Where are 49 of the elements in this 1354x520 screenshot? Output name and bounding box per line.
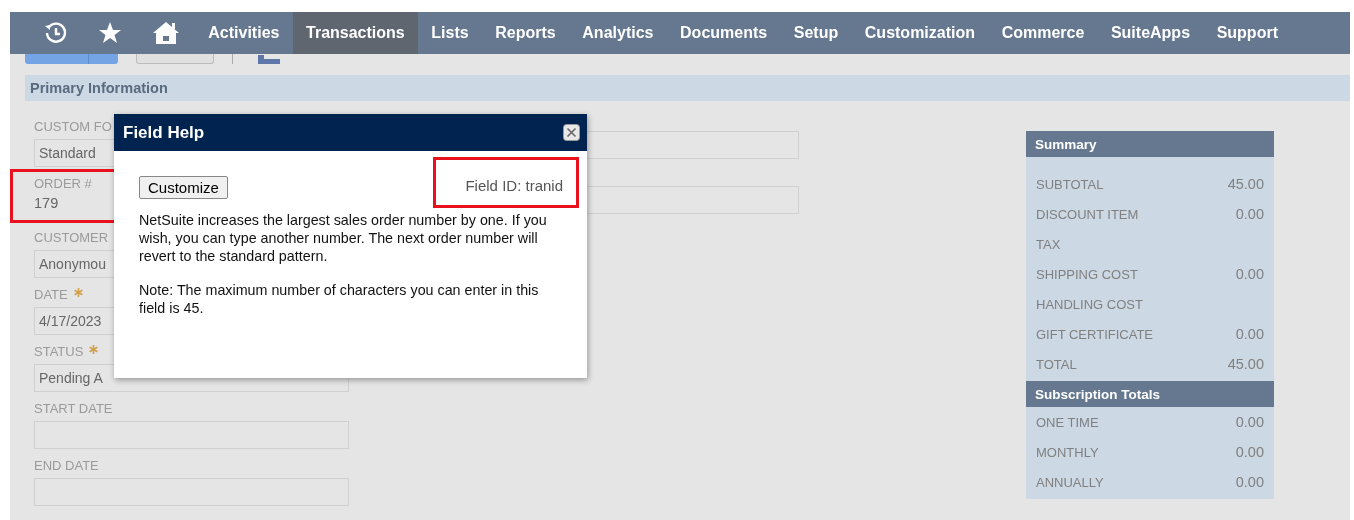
nav-menu-item[interactable]: Activities: [195, 12, 293, 54]
field-label: ORDER #: [34, 176, 92, 193]
help-paragraph: NetSuite increases the largest sales order number by one. If you wish, you can type another number. The next order number will revert to the standard pattern.: [139, 211, 548, 265]
summary-value: 0.00: [1235, 474, 1264, 490]
nav-menu-item[interactable]: Lists: [418, 12, 482, 54]
nav-menu-item[interactable]: Support: [1203, 12, 1292, 54]
summary-label: DISCOUNT ITEM: [1036, 206, 1139, 222]
summary-value: 0.00: [1235, 266, 1264, 282]
history-icon[interactable]: [44, 21, 68, 45]
summary-label: TOTAL: [1036, 356, 1077, 372]
summary-value: 0.00: [1235, 206, 1264, 222]
field-label: END DATE: [34, 458, 99, 475]
summary-label: SHIPPING COST: [1036, 266, 1138, 282]
summary-value: 0.00: [1235, 414, 1264, 430]
field-label: CUSTOMER: [34, 230, 109, 247]
summary-label: MONTHLY: [1036, 444, 1099, 460]
star-icon[interactable]: [98, 21, 122, 45]
nav-menu-item[interactable]: Analytics: [569, 12, 667, 54]
nav-menu-item[interactable]: SuiteApps: [1097, 12, 1204, 54]
summary-title: Subscription Totals: [1035, 386, 1160, 402]
summary-label: SUBTOTAL: [1036, 176, 1104, 192]
summary-label: ANNUALLY: [1036, 474, 1104, 490]
summary-label: GIFT CERTIFICATE: [1036, 326, 1153, 342]
field-label: CUSTOM FO: [34, 119, 112, 136]
field-label: STATUS: [34, 344, 84, 361]
close-icon[interactable]: [563, 124, 580, 141]
summary-label: HANDLING COST: [1036, 296, 1143, 312]
nav-menu-item[interactable]: Reports: [481, 12, 569, 54]
summary-title: Summary: [1035, 136, 1097, 152]
summary-label: TAX: [1036, 236, 1061, 252]
nav-menu-item[interactable]: Commerce: [988, 12, 1098, 54]
field-label: DATE: [34, 287, 68, 304]
summary-label: ONE TIME: [1036, 414, 1099, 430]
summary-value: 45.00: [1227, 176, 1264, 192]
nav-menu-item[interactable]: Transactions: [292, 12, 419, 54]
customize-button[interactable]: Customize: [139, 176, 228, 199]
nav-menu-item[interactable]: Customization: [851, 12, 989, 54]
dialog-title: Field Help: [123, 122, 205, 143]
summary-value: 0.00: [1235, 444, 1264, 460]
field-value: 179: [34, 195, 60, 211]
field-id-text: Field ID: tranid: [465, 177, 563, 194]
summary-value: 0.00: [1235, 326, 1264, 342]
nav-menu-item[interactable]: Setup: [780, 12, 852, 54]
section-title: Primary Information: [30, 80, 168, 96]
nav-menu-item[interactable]: Documents: [666, 12, 781, 54]
home-icon[interactable]: [152, 21, 180, 45]
summary-value: 45.00: [1227, 356, 1264, 372]
field-label: START DATE: [34, 401, 113, 418]
help-paragraph: Note: The maximum number of characters you can enter in this field is 45.: [139, 281, 540, 317]
